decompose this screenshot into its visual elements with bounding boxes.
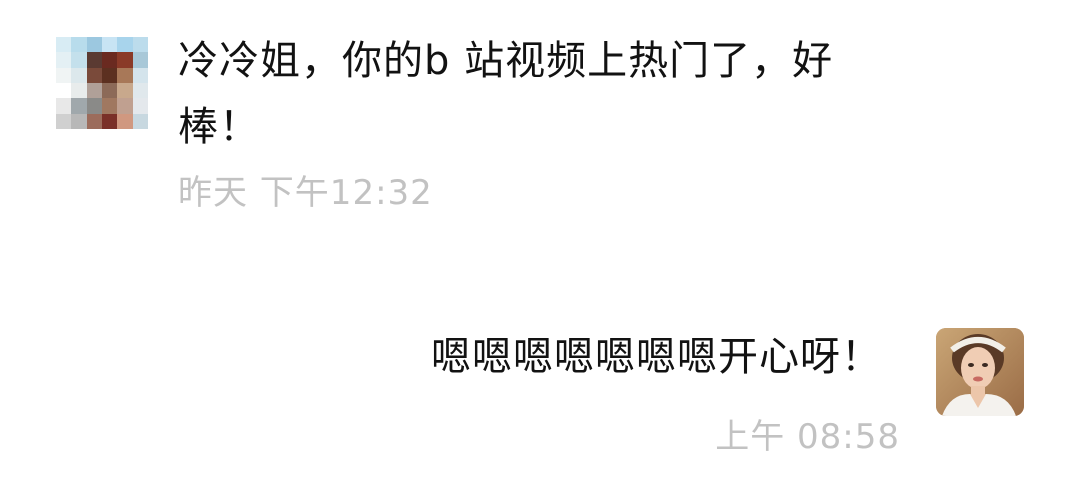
avatar-pixel-cell — [132, 67, 148, 83]
avatar-pixel-cell — [132, 82, 148, 99]
my-avatar[interactable] — [936, 328, 1024, 416]
outgoing-message-timestamp: 上午 08:58 — [715, 417, 900, 457]
outgoing-message-text[interactable]: 嗯嗯嗯嗯嗯嗯嗯开心呀！ — [431, 330, 882, 384]
avatar-pixel-cell — [56, 82, 72, 99]
avatar-pixel-cell — [56, 98, 72, 114]
avatar-pixel-cell — [86, 98, 102, 114]
avatar-pixel-cell — [117, 113, 133, 129]
avatar-pixel-cell — [101, 67, 118, 83]
avatar-pixel-cell — [56, 67, 72, 83]
avatar-pixel-cell — [71, 37, 87, 53]
avatar-pixel-cell — [56, 113, 72, 129]
avatar-pixel-cell — [86, 52, 102, 68]
avatar-pixel-cell — [71, 98, 87, 114]
avatar-pixel-cell — [56, 52, 72, 68]
avatar-pixel-cell — [117, 52, 133, 68]
incoming-message-text[interactable]: 冷冷姐，你的b 站视频上热门了，好棒！ — [178, 28, 898, 160]
avatar-pixel-cell — [117, 82, 133, 99]
outgoing-message: 嗯嗯嗯嗯嗯嗯嗯开心呀！ 上午 08:58 — [0, 300, 1080, 491]
avatar-pixel-cell — [117, 98, 133, 114]
avatar-pixel-cell — [56, 37, 72, 53]
avatar-pixel-cell — [132, 52, 148, 68]
avatar-pixel-cell — [71, 67, 87, 83]
avatar-pixel-cell — [117, 37, 133, 53]
incoming-message-timestamp: 昨天 下午12:32 — [178, 173, 433, 213]
sender-avatar[interactable] — [56, 37, 148, 129]
avatar-pixel-cell — [101, 37, 118, 53]
avatar-pixel-cell — [132, 37, 148, 53]
avatar-pixel-cell — [71, 82, 87, 99]
avatar-pixel-cell — [101, 52, 118, 68]
avatar-pixel-cell — [132, 98, 148, 114]
avatar-pixel-cell — [86, 82, 102, 99]
avatar-pixel-cell — [86, 67, 102, 83]
avatar-pixel-cell — [71, 52, 87, 68]
avatar-pixel-cell — [132, 113, 148, 129]
avatar-pixel-cell — [101, 98, 118, 114]
avatar-pixel-cell — [71, 113, 87, 129]
avatar-pixel-cell — [86, 113, 102, 129]
avatar-pixel-cell — [101, 82, 118, 99]
avatar-pixel-cell — [86, 37, 102, 53]
incoming-message: 冷冷姐，你的b 站视频上热门了，好棒！ 昨天 下午12:32 — [0, 0, 1080, 240]
avatar-pixel-cell — [101, 113, 118, 129]
avatar-pixel-cell — [117, 67, 133, 83]
